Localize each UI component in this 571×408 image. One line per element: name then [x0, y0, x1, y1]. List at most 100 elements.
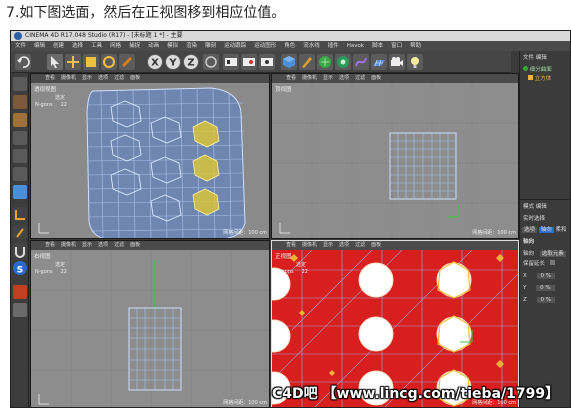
floor-icon[interactable] — [371, 54, 387, 70]
deformer-icon[interactable] — [353, 54, 369, 70]
viewport-menu-display[interactable]: 显示 — [323, 242, 339, 248]
viewport-menu-panel[interactable]: 面板 — [130, 75, 146, 81]
viewport-menu-view[interactable]: 查看 — [45, 242, 61, 248]
menu-pipeline[interactable]: 流水线 — [299, 43, 324, 49]
menu-character[interactable]: 角色 — [280, 43, 299, 49]
viewport-menu-cameras[interactable]: 摄像机 — [302, 242, 323, 248]
edges-mode-icon[interactable] — [13, 167, 27, 181]
tweak-mode-icon[interactable] — [13, 225, 27, 239]
viewport-menu-panel[interactable]: 面板 — [371, 75, 387, 81]
keep-checkbox[interactable] — [549, 260, 555, 265]
tab-edit[interactable]: 编辑 — [536, 55, 547, 61]
viewport-menu-options[interactable]: 选项 — [98, 75, 114, 81]
tab-attr-edit[interactable]: 编辑 — [536, 204, 547, 210]
select-arrow-icon[interactable] — [47, 54, 63, 70]
camera-icon[interactable] — [389, 54, 405, 70]
viewport-menu-panel[interactable]: 面板 — [130, 242, 146, 248]
viewport-top[interactable]: 查看 摄像机 显示 选项 过滤 面板 顶视图 网格间距：100 cm — [271, 73, 519, 239]
viewport-menu-filter[interactable]: 过滤 — [114, 242, 130, 248]
menu-window[interactable]: 窗口 — [387, 43, 406, 49]
viewport-menu-filter[interactable]: 过滤 — [355, 242, 371, 248]
viewport-menu-cameras[interactable]: 摄像机 — [61, 242, 82, 248]
menu-mesh[interactable]: 网格 — [106, 43, 125, 49]
z-axis-lock-button[interactable]: Z — [183, 54, 199, 70]
menu-script[interactable]: 脚本 — [368, 43, 387, 49]
texture-mode-icon[interactable] — [13, 113, 27, 127]
menu-select[interactable]: 选择 — [68, 43, 87, 49]
menu-tools[interactable]: 工具 — [87, 43, 106, 49]
menu-havok[interactable]: Havok — [343, 43, 368, 49]
object-cube[interactable]: 立方体 — [528, 74, 551, 82]
y-axis-lock-button[interactable]: Y — [165, 54, 181, 70]
x-axis-lock-button[interactable]: X — [147, 54, 163, 70]
menu-sculpt[interactable]: 雕刻 — [201, 43, 220, 49]
instruction-caption: 7.如下图选面，然后在正视图移到相应位值。 — [6, 5, 286, 21]
viewport-menu-display[interactable]: 显示 — [82, 242, 98, 248]
menu-edit[interactable]: 编辑 — [30, 43, 49, 49]
undo-icon[interactable] — [15, 54, 31, 70]
viewport-menu-display[interactable]: 显示 — [82, 75, 98, 81]
viewport-menu-options[interactable]: 选项 — [339, 75, 355, 81]
viewport-right[interactable]: 查看 摄像机 显示 选项 过滤 面板 右视图 选定 N-gons 22 网格间距：100 c… — [30, 240, 270, 407]
light-icon[interactable] — [407, 54, 423, 70]
subtab-axis[interactable]: 轴向 — [538, 227, 554, 233]
menu-motion-tracker[interactable]: 运动跟踪 — [220, 43, 250, 49]
make-editable-icon[interactable] — [13, 77, 27, 91]
subtab-options[interactable]: 选项 — [522, 227, 538, 233]
selection-stat: N-gons 22 — [276, 269, 308, 275]
y-value-input[interactable]: 0 % — [536, 285, 555, 291]
menu-snap[interactable]: 捕捉 — [125, 43, 144, 49]
subdivision-surface-icon[interactable] — [317, 54, 333, 70]
viewport-menu-filter[interactable]: 过滤 — [114, 75, 130, 81]
polygons-mode-icon[interactable] — [13, 185, 27, 199]
pen-spline-icon[interactable] — [299, 54, 315, 70]
viewport-menu-filter[interactable]: 过滤 — [355, 75, 371, 81]
viewport-menu-view[interactable]: 查看 — [286, 75, 302, 81]
menu-help[interactable]: 帮助 — [406, 43, 425, 49]
move-icon[interactable] — [65, 54, 81, 70]
render-settings-icon[interactable] — [259, 54, 275, 70]
z-value-input[interactable]: 0 % — [536, 297, 556, 303]
menu-mograph[interactable]: 运动图形 — [250, 43, 280, 49]
object-subdivision[interactable]: 细分曲面 — [523, 65, 552, 73]
menu-simulate[interactable]: 模拟 — [163, 43, 182, 49]
rotate-icon[interactable] — [101, 54, 117, 70]
menu-render[interactable]: 渲染 — [182, 43, 201, 49]
y-axis-label: Y — [168, 58, 177, 69]
cloner-icon[interactable] — [335, 54, 351, 70]
tab-mode[interactable]: 模式 — [523, 204, 534, 210]
menu-create[interactable]: 创建 — [49, 43, 68, 49]
axis-mode-icon[interactable] — [13, 207, 27, 221]
axis-select[interactable]: 选取元素 — [539, 251, 566, 257]
render-picture-viewer-icon[interactable] — [241, 54, 257, 70]
object-manager-tabs: 文件 编辑 — [523, 53, 547, 61]
lock-workplane-icon[interactable] — [13, 285, 27, 299]
planar-workplane-icon[interactable] — [13, 303, 27, 317]
workplane-icon[interactable] — [13, 131, 27, 145]
points-mode-icon[interactable] — [13, 149, 27, 163]
coordinate-system-icon[interactable] — [203, 54, 219, 70]
soft-selection-icon[interactable]: S — [13, 261, 27, 276]
model-mode-icon[interactable] — [13, 95, 27, 109]
menu-plugins[interactable]: 插件 — [324, 43, 343, 49]
snap-icon[interactable] — [13, 243, 27, 258]
cube-primitive-icon[interactable] — [281, 54, 297, 70]
viewport-menu-display[interactable]: 显示 — [323, 75, 339, 81]
viewport-perspective[interactable]: 查看 摄像机 显示 选项 过滤 面板 透视视图 选定 N-gons 22 网格间… — [30, 73, 270, 239]
menu-file[interactable]: 文件 — [11, 43, 30, 49]
tab-file[interactable]: 文件 — [523, 55, 534, 61]
subtab-soft[interactable]: 柔和 — [556, 227, 567, 233]
keep-label: 保留延长 — [523, 261, 546, 267]
viewport-menu-cameras[interactable]: 摄像机 — [61, 75, 82, 81]
viewport-menu-cameras[interactable]: 摄像机 — [302, 75, 323, 81]
viewport-menu-panel[interactable]: 面板 — [371, 242, 387, 248]
scale-icon[interactable] — [83, 54, 99, 70]
menu-animate[interactable]: 动画 — [144, 43, 163, 49]
viewport-menu-options[interactable]: 选项 — [98, 242, 114, 248]
viewport-menu-view[interactable]: 查看 — [286, 242, 302, 248]
live-selection-icon[interactable] — [119, 54, 135, 70]
viewport-menu-options[interactable]: 选项 — [339, 242, 355, 248]
viewport-menu-view[interactable]: 查看 — [45, 75, 61, 81]
x-value-input[interactable]: 0 % — [536, 273, 556, 279]
render-view-icon[interactable] — [223, 54, 239, 70]
